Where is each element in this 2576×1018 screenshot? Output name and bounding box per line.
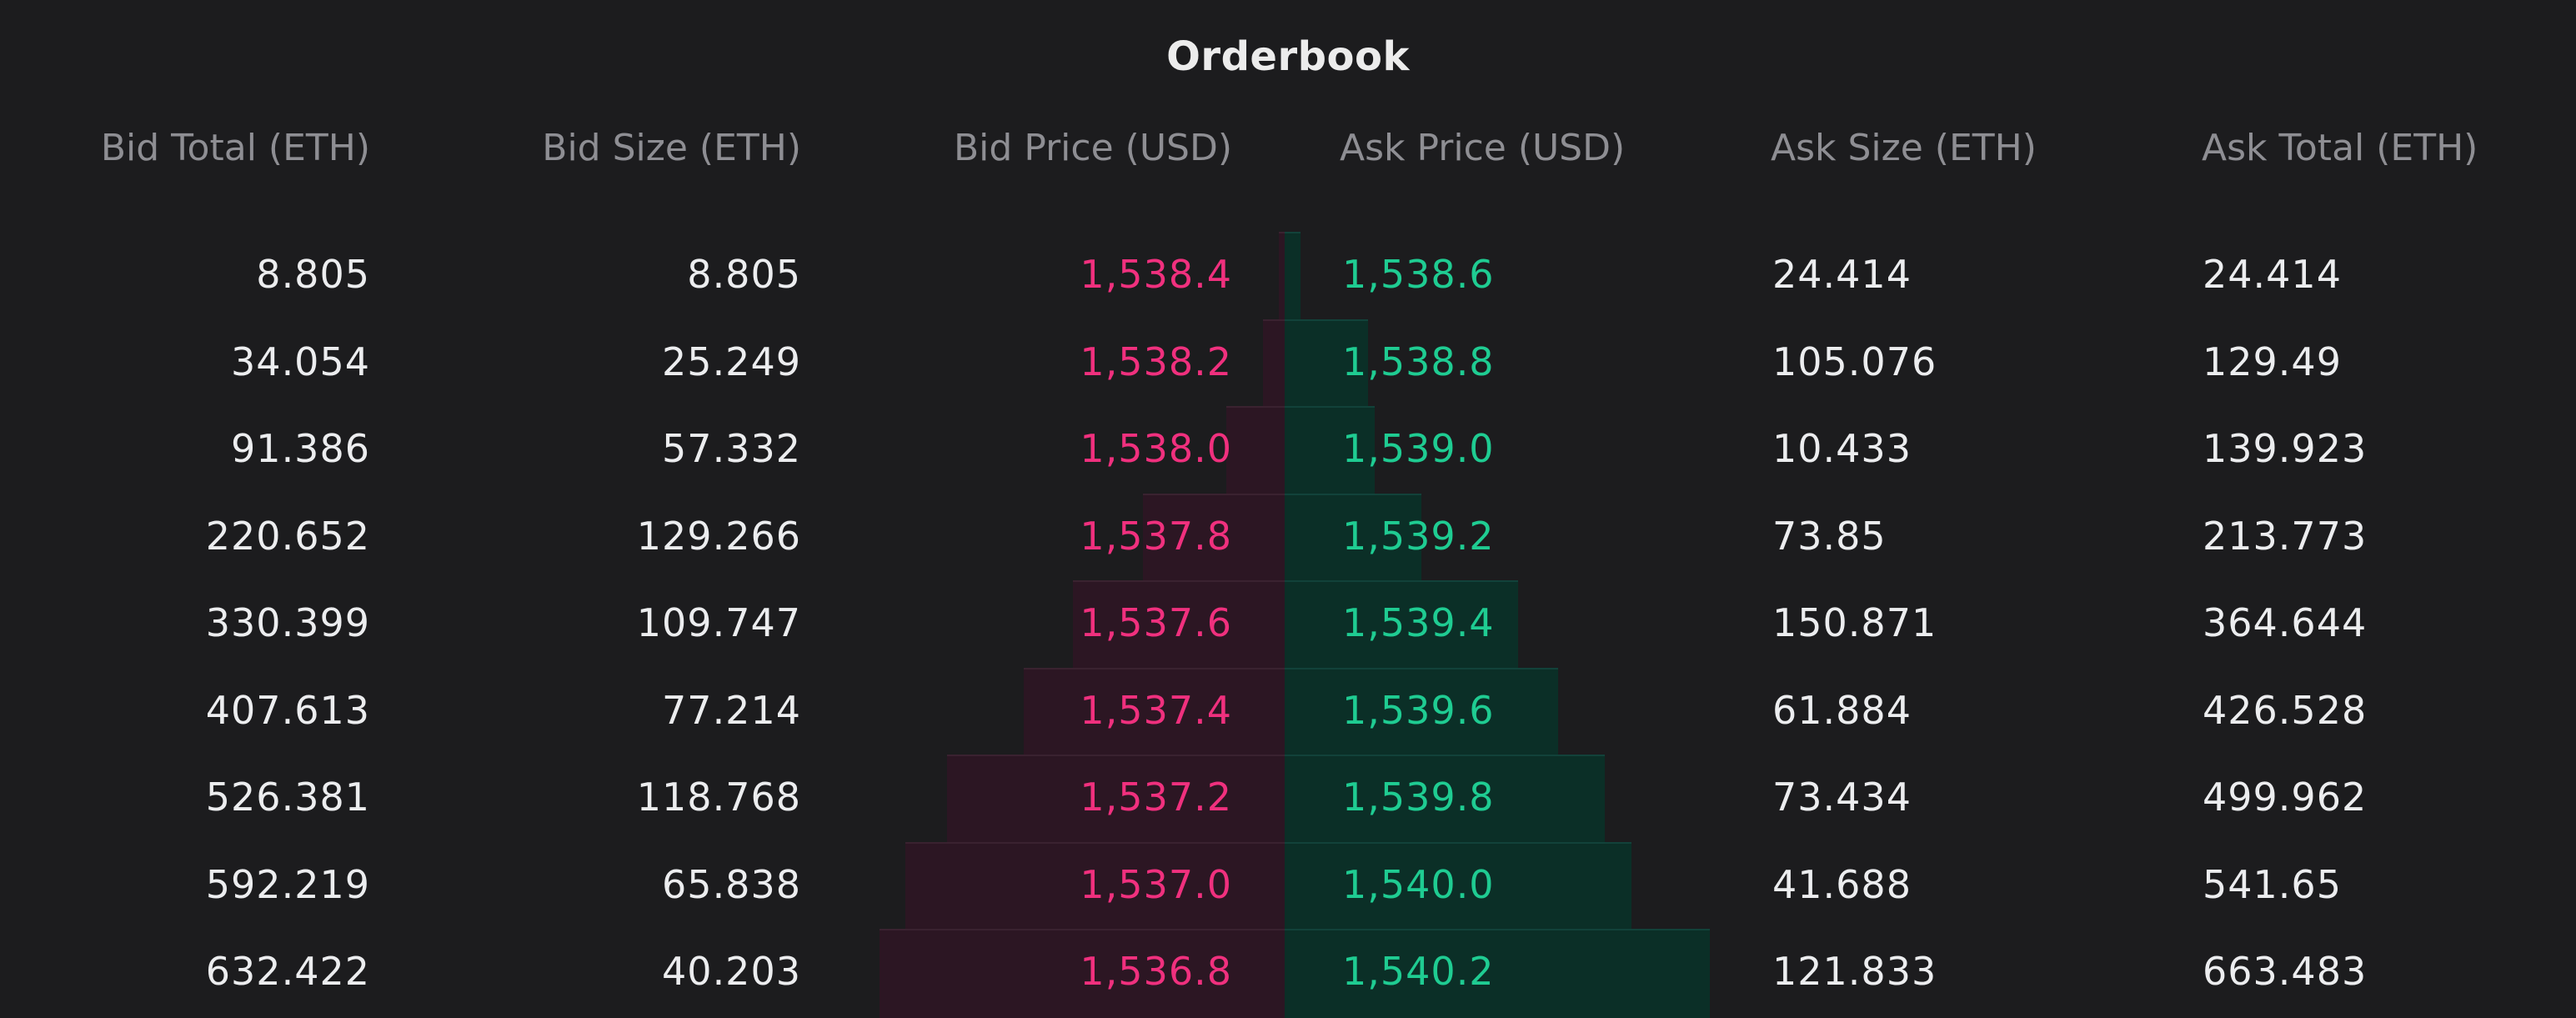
ask-total-cell: 24.414: [2203, 252, 2342, 297]
ask-total-cell: 426.528: [2203, 688, 2368, 733]
bid-total-cell: 592.219: [205, 862, 370, 907]
bid-price-cell: 1,537.4: [1080, 688, 1232, 733]
bid-price-cell: 1,538.4: [1080, 252, 1232, 297]
orderbook-row[interactable]: 632.422 40.203 1,536.8 1,540.2 121.833 663.48…: [0, 929, 2576, 1015]
bid-price-cell: 1,537.0: [1080, 862, 1232, 907]
bid-price-cell: 1,537.2: [1080, 775, 1232, 820]
ask-price-cell: 1,539.4: [1342, 600, 1495, 645]
ask-size-cell: 41.688: [1772, 862, 1912, 907]
orderbook-row[interactable]: 592.219 65.838 1,537.0 1,540.0 41.688 541.65: [0, 842, 2576, 929]
bid-size-cell: 118.768: [636, 775, 801, 820]
bid-price-cell: 1,537.8: [1080, 514, 1232, 559]
orderbook-rows: 8.805 8.805 1,538.4 1,538.6 24.414 24.414 34.0…: [0, 0, 2576, 1015]
bid-size-cell: 77.214: [662, 688, 801, 733]
bid-price-cell: 1,538.0: [1080, 426, 1232, 471]
ask-total-cell: 139.923: [2203, 426, 2368, 471]
orderbook-row[interactable]: 526.381 118.768 1,537.2 1,539.8 73.434 499.96…: [0, 755, 2576, 841]
orderbook-panel: Orderbook Bid Total (ETH) Bid Size (ETH)…: [0, 0, 2576, 1018]
bid-size-cell: 129.266: [636, 514, 801, 559]
bid-price-cell: 1,538.2: [1080, 339, 1232, 384]
orderbook-row[interactable]: 407.613 77.214 1,537.4 1,539.6 61.884 426.528: [0, 668, 2576, 755]
ask-total-cell: 364.644: [2203, 600, 2368, 645]
ask-price-cell: 1,540.0: [1342, 862, 1495, 907]
bid-total-cell: 8.805: [256, 252, 370, 297]
bid-size-cell: 109.747: [636, 600, 801, 645]
ask-size-cell: 73.85: [1772, 514, 1887, 559]
ask-price-cell: 1,539.0: [1342, 426, 1495, 471]
ask-size-cell: 61.884: [1772, 688, 1912, 733]
ask-size-cell: 24.414: [1772, 252, 1912, 297]
ask-size-cell: 105.076: [1772, 339, 1937, 384]
ask-price-cell: 1,538.6: [1342, 252, 1495, 297]
bid-price-cell: 1,537.6: [1080, 600, 1232, 645]
bid-size-cell: 40.203: [662, 949, 801, 994]
bid-total-cell: 220.652: [205, 514, 370, 559]
ask-total-cell: 129.49: [2203, 339, 2342, 384]
ask-size-cell: 121.833: [1772, 949, 1937, 994]
orderbook-row[interactable]: 220.652 129.266 1,537.8 1,539.2 73.85 213.773: [0, 494, 2576, 580]
ask-total-cell: 663.483: [2203, 949, 2368, 994]
bid-total-cell: 632.422: [205, 949, 370, 994]
bid-total-cell: 91.386: [231, 426, 370, 471]
bid-total-cell: 330.399: [205, 600, 370, 645]
ask-price-cell: 1,539.6: [1342, 688, 1495, 733]
ask-size-cell: 150.871: [1772, 600, 1937, 645]
orderbook-row[interactable]: 91.386 57.332 1,538.0 1,539.0 10.433 139.923: [0, 406, 2576, 493]
orderbook-row[interactable]: 330.399 109.747 1,537.6 1,539.4 150.871 364.6…: [0, 580, 2576, 667]
orderbook-row[interactable]: 34.054 25.249 1,538.2 1,538.8 105.076 129.49: [0, 319, 2576, 406]
bid-total-cell: 526.381: [205, 775, 370, 820]
bid-price-cell: 1,536.8: [1080, 949, 1232, 994]
ask-price-cell: 1,539.8: [1342, 775, 1495, 820]
bid-size-cell: 65.838: [662, 862, 801, 907]
ask-price-cell: 1,539.2: [1342, 514, 1495, 559]
bid-size-cell: 25.249: [662, 339, 801, 384]
bid-size-cell: 8.805: [687, 252, 801, 297]
bid-size-cell: 57.332: [662, 426, 801, 471]
ask-size-cell: 10.433: [1772, 426, 1912, 471]
ask-price-cell: 1,538.8: [1342, 339, 1495, 384]
ask-total-cell: 541.65: [2203, 862, 2342, 907]
orderbook-row[interactable]: 8.805 8.805 1,538.4 1,538.6 24.414 24.414: [0, 232, 2576, 318]
ask-total-cell: 499.962: [2203, 775, 2368, 820]
ask-price-cell: 1,540.2: [1342, 949, 1495, 994]
bid-total-cell: 34.054: [231, 339, 370, 384]
bid-total-cell: 407.613: [205, 688, 370, 733]
ask-size-cell: 73.434: [1772, 775, 1912, 820]
ask-total-cell: 213.773: [2203, 514, 2368, 559]
